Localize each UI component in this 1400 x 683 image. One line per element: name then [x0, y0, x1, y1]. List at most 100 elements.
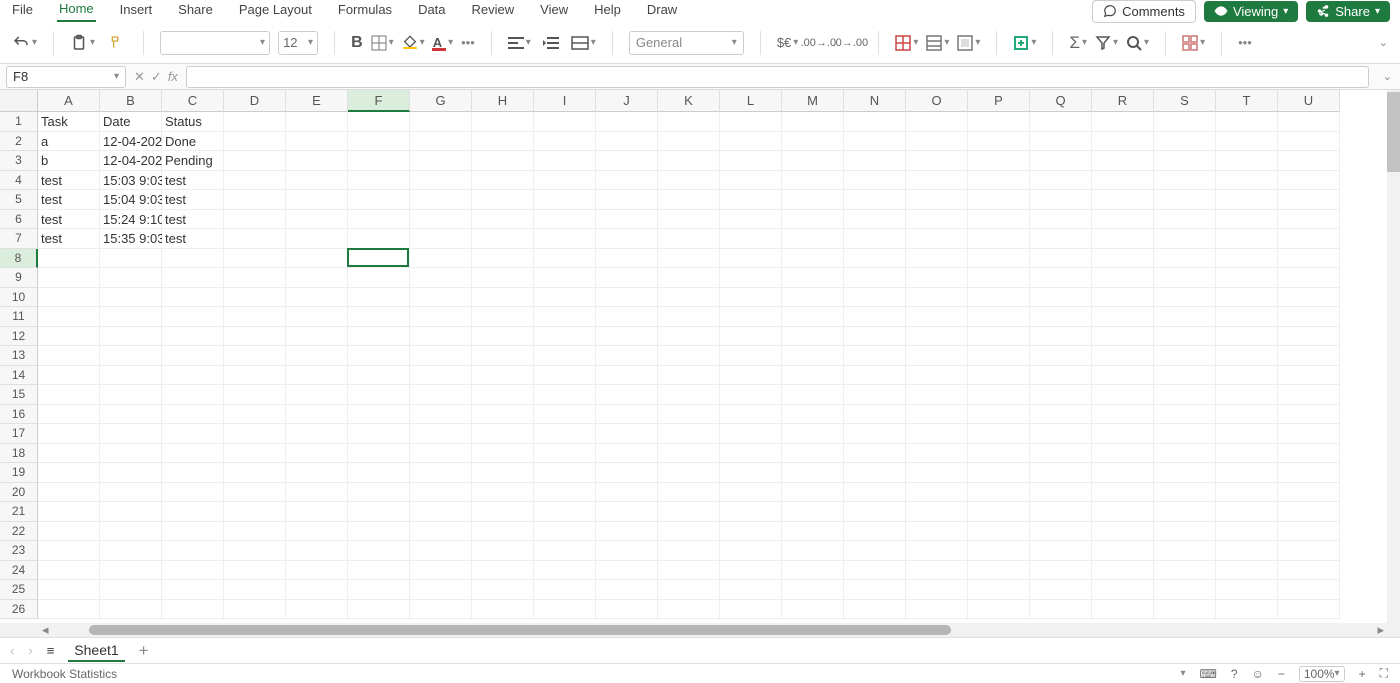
cell[interactable]: [1030, 249, 1092, 269]
prev-sheet-button[interactable]: ‹: [10, 643, 14, 658]
cell[interactable]: [596, 268, 658, 288]
cell[interactable]: [162, 502, 224, 522]
cell[interactable]: [1092, 171, 1154, 191]
cell[interactable]: [100, 483, 162, 503]
cell[interactable]: [1092, 366, 1154, 386]
cell[interactable]: [162, 561, 224, 581]
cell[interactable]: [1030, 346, 1092, 366]
cell[interactable]: [720, 249, 782, 269]
cell[interactable]: [472, 327, 534, 347]
cell[interactable]: [658, 463, 720, 483]
cell[interactable]: [100, 600, 162, 620]
sort-filter-button[interactable]: ▾: [1095, 35, 1118, 51]
cell[interactable]: [906, 522, 968, 542]
cell[interactable]: [472, 580, 534, 600]
cell[interactable]: [1154, 307, 1216, 327]
cell[interactable]: [782, 502, 844, 522]
cell[interactable]: test: [38, 229, 100, 249]
cell[interactable]: [410, 132, 472, 152]
bold-button[interactable]: B: [351, 34, 363, 52]
cell[interactable]: [844, 580, 906, 600]
cell[interactable]: [224, 522, 286, 542]
cell[interactable]: [658, 190, 720, 210]
cell[interactable]: [534, 151, 596, 171]
cell[interactable]: [100, 541, 162, 561]
cell[interactable]: [1154, 229, 1216, 249]
fill-color-button[interactable]: ▾: [402, 35, 425, 51]
cell[interactable]: [1154, 463, 1216, 483]
cell[interactable]: [410, 112, 472, 132]
cell[interactable]: [968, 405, 1030, 425]
cell[interactable]: [1030, 463, 1092, 483]
cell[interactable]: [348, 229, 410, 249]
cell[interactable]: [906, 405, 968, 425]
cell[interactable]: [472, 151, 534, 171]
cell[interactable]: [100, 522, 162, 542]
vertical-scrollbar[interactable]: [1387, 90, 1400, 623]
cell[interactable]: [782, 327, 844, 347]
cell[interactable]: [162, 600, 224, 620]
column-header[interactable]: L: [720, 90, 782, 112]
column-header[interactable]: I: [534, 90, 596, 112]
feedback-icon[interactable]: ☺: [1252, 667, 1264, 681]
cell[interactable]: [1216, 268, 1278, 288]
cell[interactable]: [534, 385, 596, 405]
cell[interactable]: [906, 541, 968, 561]
cell[interactable]: [1278, 600, 1340, 620]
cell[interactable]: [1154, 268, 1216, 288]
cell[interactable]: [286, 366, 348, 386]
row-header[interactable]: 16: [0, 405, 38, 425]
cell[interactable]: [224, 463, 286, 483]
row-header[interactable]: 17: [0, 424, 38, 444]
cell[interactable]: [782, 151, 844, 171]
cell[interactable]: Status: [162, 112, 224, 132]
cell[interactable]: [1030, 366, 1092, 386]
cell[interactable]: [410, 307, 472, 327]
cell[interactable]: [906, 307, 968, 327]
cell[interactable]: [162, 249, 224, 269]
cell[interactable]: [844, 229, 906, 249]
cell[interactable]: [782, 132, 844, 152]
cell[interactable]: [906, 249, 968, 269]
tab-formulas[interactable]: Formulas: [336, 2, 394, 21]
cell[interactable]: [1154, 210, 1216, 230]
status-chevron[interactable]: ▾: [1181, 668, 1186, 679]
cell[interactable]: [410, 288, 472, 308]
cell[interactable]: [596, 561, 658, 581]
row-header[interactable]: 21: [0, 502, 38, 522]
cell[interactable]: [38, 366, 100, 386]
cell[interactable]: [906, 229, 968, 249]
cell[interactable]: [1154, 600, 1216, 620]
cell[interactable]: [844, 424, 906, 444]
cell[interactable]: [1154, 151, 1216, 171]
cell[interactable]: [658, 561, 720, 581]
cell[interactable]: [1092, 444, 1154, 464]
cell[interactable]: [38, 600, 100, 620]
cell[interactable]: [1278, 112, 1340, 132]
cell[interactable]: [534, 522, 596, 542]
cell[interactable]: [1092, 249, 1154, 269]
row-header[interactable]: 11: [0, 307, 38, 327]
cell[interactable]: [720, 307, 782, 327]
cell[interactable]: [410, 444, 472, 464]
cell[interactable]: [1154, 385, 1216, 405]
cell[interactable]: [1278, 522, 1340, 542]
cell[interactable]: [844, 346, 906, 366]
cell[interactable]: [286, 561, 348, 581]
cell[interactable]: [100, 366, 162, 386]
cell[interactable]: [1154, 249, 1216, 269]
cell[interactable]: [1278, 483, 1340, 503]
cell[interactable]: [38, 463, 100, 483]
cell[interactable]: [286, 268, 348, 288]
column-header[interactable]: P: [968, 90, 1030, 112]
cell[interactable]: [968, 600, 1030, 620]
cell[interactable]: [658, 132, 720, 152]
cell[interactable]: [348, 463, 410, 483]
cell[interactable]: [1278, 444, 1340, 464]
cell[interactable]: [224, 171, 286, 191]
cell[interactable]: [286, 151, 348, 171]
cell[interactable]: [224, 112, 286, 132]
cell[interactable]: test: [162, 210, 224, 230]
cell[interactable]: [348, 268, 410, 288]
row-header[interactable]: 24: [0, 561, 38, 581]
